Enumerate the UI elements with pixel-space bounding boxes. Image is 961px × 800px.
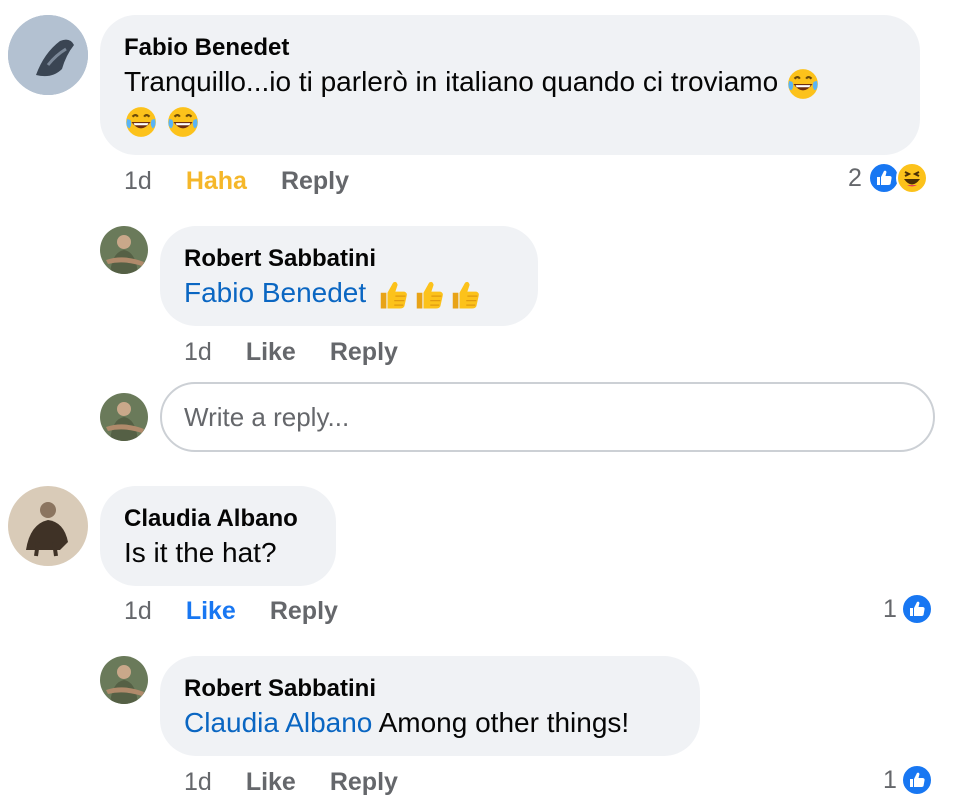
laughing-emoji-icon <box>166 105 199 138</box>
mention-link[interactable]: Claudia Albano <box>184 707 372 738</box>
reaction-summary[interactable]: 2 <box>848 162 928 194</box>
avatar-image <box>100 393 148 441</box>
avatar-robert-sabbatini[interactable] <box>100 656 148 704</box>
comment-actions: 1d Like Reply <box>184 337 432 367</box>
thumbs-up-emoji-icon <box>379 280 408 309</box>
like-button[interactable]: Like <box>246 767 296 797</box>
current-user-avatar[interactable] <box>100 393 148 441</box>
like-reaction-icon <box>900 593 933 625</box>
haha-reaction-icon <box>895 162 928 194</box>
comment-author[interactable]: Robert Sabbatini <box>184 674 676 704</box>
comment-author[interactable]: Claudia Albano <box>124 504 312 534</box>
laughing-emoji-icon <box>787 67 819 100</box>
reply-button[interactable]: Reply <box>270 596 338 626</box>
reaction-summary[interactable]: 1 <box>883 593 933 625</box>
avatar-robert-sabbatini[interactable] <box>100 226 148 274</box>
mention-link[interactable]: Fabio Benedet <box>184 277 366 308</box>
avatar-claudia-albano[interactable] <box>8 486 88 566</box>
reaction-count: 1 <box>883 765 897 794</box>
comment-timestamp[interactable]: 1d <box>184 337 212 367</box>
reply-button[interactable]: Reply <box>330 767 398 797</box>
avatar-fabio-benedet[interactable] <box>8 15 88 95</box>
reaction-count: 1 <box>883 594 897 623</box>
comment-actions: 1d Like Reply <box>124 596 372 626</box>
comment-actions: 1d Haha Reply <box>124 166 383 196</box>
comment-author[interactable]: Fabio Benedet <box>124 33 896 63</box>
comment-text: Claudia Albano Among other things! <box>184 707 630 738</box>
reply-button[interactable]: Reply <box>281 166 349 196</box>
comment-timestamp[interactable]: 1d <box>184 767 212 797</box>
reply-button[interactable]: Reply <box>330 337 398 367</box>
reaction-count: 2 <box>848 163 862 192</box>
avatar-image <box>100 226 148 274</box>
comment-bubble: Robert Sabbatini Fabio Benedet <box>160 226 538 326</box>
thumbs-up-emoji-icon <box>415 280 444 309</box>
thumbs-up-emoji-icon <box>451 280 480 309</box>
like-reaction-icon <box>900 764 933 796</box>
haha-reaction-button[interactable]: Haha <box>186 166 247 196</box>
comment-timestamp[interactable]: 1d <box>124 166 152 196</box>
comment-bubble: Fabio Benedet Tranquillo...io ti parlerò… <box>100 15 920 155</box>
comment-timestamp[interactable]: 1d <box>124 596 152 626</box>
comment-text: Tranquillo...io ti parlerò in italiano q… <box>124 66 820 138</box>
reply-input-placeholder: Write a reply... <box>184 401 350 432</box>
avatar-image <box>8 486 88 566</box>
reply-input[interactable]: Write a reply... <box>160 382 935 452</box>
like-button[interactable]: Like <box>246 337 296 367</box>
comment-author[interactable]: Robert Sabbatini <box>184 244 514 274</box>
laughing-emoji-icon <box>125 105 157 138</box>
reaction-summary[interactable]: 1 <box>883 764 933 796</box>
avatar-image <box>100 656 148 704</box>
comment-actions: 1d Like Reply <box>184 767 432 797</box>
comment-text: Fabio Benedet <box>184 277 482 309</box>
comment-bubble: Claudia Albano Is it the hat? <box>100 486 336 586</box>
avatar-image <box>8 15 88 95</box>
comment-text: Is it the hat? <box>124 537 277 568</box>
comment-bubble: Robert Sabbatini Claudia Albano Among ot… <box>160 656 700 756</box>
like-button[interactable]: Like <box>186 596 236 626</box>
